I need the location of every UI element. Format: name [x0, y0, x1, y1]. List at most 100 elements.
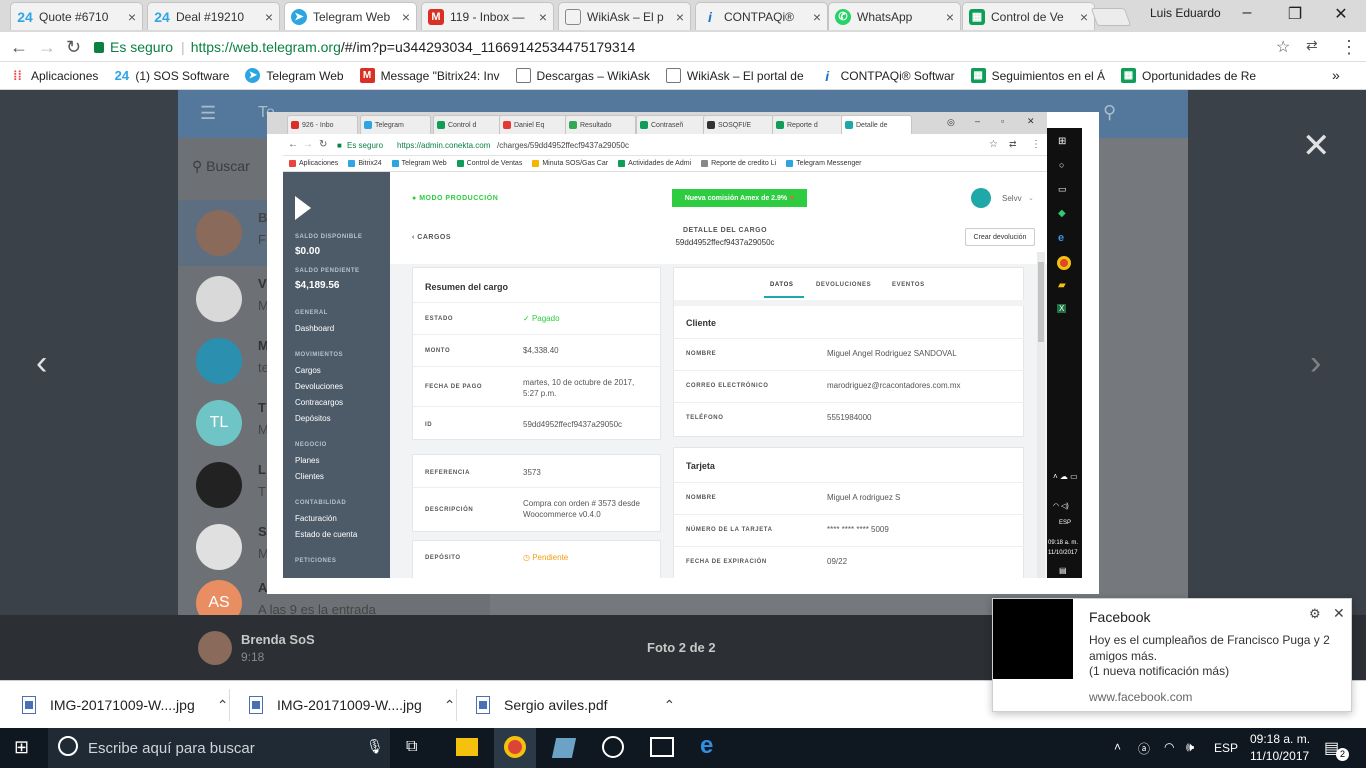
- taskbar-search-box[interactable]: Escribe aquí para buscar 🎙: [48, 728, 390, 768]
- notes-app-icon[interactable]: [551, 738, 577, 758]
- chrome-icon[interactable]: [504, 736, 526, 758]
- clock-date[interactable]: 11/10/2017: [1250, 749, 1309, 763]
- bitrix24-icon: 24: [17, 8, 33, 25]
- close-icon[interactable]: ×: [946, 9, 954, 25]
- download-item[interactable]: IMG-20171009-W....jpg ⌃: [249, 689, 455, 721]
- photo-tab: Resultado: [565, 115, 636, 134]
- bookmark-item[interactable]: ▦ Oportunidades de Re: [1121, 68, 1256, 83]
- bookmark-item[interactable]: 24 (1) SOS Software: [114, 68, 230, 83]
- search-icon[interactable]: ⚲: [1103, 102, 1116, 123]
- forward-arrow-icon[interactable]: →: [38, 37, 56, 58]
- browser-tab[interactable]: ▦ Control de Ve ×: [962, 2, 1095, 30]
- browser-tab[interactable]: 24 Quote #6710 ×: [10, 2, 143, 30]
- download-item[interactable]: IMG-20171009-W....jpg ⌃: [22, 689, 228, 721]
- charge-id: 59dd4952ffecf9437a29050c: [675, 238, 775, 247]
- toast-notification[interactable]: Facebook ⚙ ✕ Hoy es el cumpleaños de Fra…: [992, 598, 1352, 712]
- close-viewer-icon[interactable]: ✕: [1302, 126, 1331, 166]
- bookmark-item[interactable]: WikiAsk – El portal de: [665, 68, 804, 83]
- restore-icon[interactable]: ❐: [1280, 4, 1310, 24]
- hamburger-menu-icon[interactable]: ☰: [200, 103, 216, 124]
- avatar[interactable]: [198, 631, 232, 665]
- bookmark-item[interactable]: ▦ Seguimientos en el Á: [970, 68, 1105, 83]
- omnibox[interactable]: Es seguro | https://web.telegram.org/#/i…: [94, 35, 1304, 59]
- nav-estado-cuenta: Estado de cuenta: [295, 530, 358, 539]
- browser-tab[interactable]: i CONTPAQi® ×: [695, 2, 828, 30]
- tarjeta-expiracion: 09/22: [827, 557, 848, 566]
- profile-name[interactable]: Luis Eduardo: [1150, 6, 1221, 20]
- nav-devoluciones: Devoluciones: [295, 382, 344, 391]
- avatar: [196, 210, 242, 256]
- tray-icons: ˄ ☁ ▭: [1053, 472, 1078, 481]
- avatar: [196, 276, 242, 322]
- scrollbar: [1037, 252, 1045, 578]
- close-icon[interactable]: ×: [265, 9, 273, 25]
- tarjeta-nombre: Miguel A rodriguez S: [827, 493, 901, 502]
- notification-message: Hoy es el cumpleaños de Francisco Puga y…: [1089, 633, 1330, 663]
- bookmark-star-icon[interactable]: ☆: [1276, 37, 1290, 57]
- wifi-icon[interactable]: ◠: [1164, 740, 1174, 754]
- minimize-icon[interactable]: –: [1232, 4, 1262, 22]
- bookmarks-overflow-icon[interactable]: »: [1332, 67, 1340, 83]
- browser-tab[interactable]: M 119 - Inbox — ×: [421, 2, 554, 30]
- bookmark-item[interactable]: i CONTPAQi® Softwar: [820, 68, 954, 84]
- browser-tab[interactable]: WikiAsk – El p ×: [558, 2, 691, 30]
- volume-icon[interactable]: 🕪: [1186, 739, 1194, 755]
- reload-icon[interactable]: ↻: [66, 37, 81, 58]
- gear-icon[interactable]: ⚙: [1309, 606, 1321, 622]
- menu-kebab-icon[interactable]: ⋮: [1340, 37, 1358, 58]
- download-item[interactable]: Sergio aviles.pdf ⌃: [476, 689, 675, 721]
- back-arrow-icon[interactable]: ←: [10, 37, 28, 58]
- new-tab-button[interactable]: [1090, 8, 1132, 26]
- task-view-icon[interactable]: ⧉: [406, 738, 417, 756]
- windows-start-icon[interactable]: ⊞: [14, 737, 29, 758]
- bookmark-item[interactable]: ⁞⁞ Aplicaciones: [10, 68, 98, 83]
- secure-label: Es seguro: [347, 141, 384, 150]
- close-icon[interactable]: ×: [1080, 9, 1088, 25]
- bookmark-item[interactable]: M Message "Bitrix24: Inv: [359, 68, 500, 83]
- browser-tab[interactable]: 24 Deal #19210 ×: [147, 2, 280, 30]
- clock-time[interactable]: 09:18 a. m.: [1250, 732, 1310, 746]
- bookmark-item[interactable]: ➤ Telegram Web: [245, 68, 344, 83]
- close-icon[interactable]: ×: [676, 9, 684, 25]
- deposito-value: ◷ Pendiente: [523, 553, 569, 562]
- telegram-search-input[interactable]: ⚲ Buscar: [192, 158, 250, 175]
- facebook-logo-icon: [993, 599, 1073, 679]
- section-peticiones: PETICIONES: [295, 558, 337, 564]
- file-explorer-icon[interactable]: [456, 738, 478, 756]
- network-app-icon[interactable]: [602, 736, 624, 758]
- gmail-icon: M: [428, 8, 444, 25]
- extension-icon[interactable]: ⇄: [1306, 37, 1318, 54]
- bitrix24-icon: 24: [154, 8, 170, 25]
- sender-name[interactable]: Brenda SoS: [241, 632, 315, 647]
- microphone-icon[interactable]: 🎙: [366, 738, 384, 755]
- language-indicator[interactable]: ESP: [1214, 741, 1238, 755]
- edge-icon[interactable]: e: [700, 732, 713, 760]
- lock-icon: ■: [337, 141, 342, 150]
- ime-icon[interactable]: ⓐ: [1138, 740, 1150, 757]
- chevron-up-icon[interactable]: ⌃: [664, 697, 676, 714]
- close-window-icon[interactable]: ✕: [1326, 4, 1356, 24]
- chevron-up-icon[interactable]: ⌃: [444, 697, 456, 714]
- close-icon[interactable]: ×: [128, 9, 136, 25]
- close-icon[interactable]: ×: [813, 9, 821, 25]
- photo-viewer-image: 926 - Inbo Telegram Control d Daniel Eq …: [267, 112, 1099, 594]
- bookmark-item: Telegram Web: [391, 160, 447, 167]
- close-icon[interactable]: ✕: [1333, 605, 1345, 622]
- close-icon[interactable]: ×: [539, 9, 547, 25]
- notification-source: www.facebook.com: [1089, 690, 1193, 704]
- browser-tab[interactable]: ✆ WhatsApp ×: [828, 2, 961, 30]
- close-icon[interactable]: ×: [402, 9, 410, 25]
- next-photo-icon[interactable]: ›: [1310, 344, 1321, 383]
- browser-tab-active[interactable]: ➤ Telegram Web ×: [284, 2, 417, 30]
- bookmark-item[interactable]: Descargas – WikiAsk: [515, 68, 650, 83]
- previous-photo-icon[interactable]: ‹: [36, 344, 47, 383]
- minimize-icon: –: [975, 116, 981, 126]
- image-file-icon: [22, 696, 36, 714]
- whatsapp-icon: ✆: [835, 8, 851, 25]
- chevron-up-icon[interactable]: ˄: [1114, 740, 1121, 754]
- apps-grid-icon: ⁞⁞: [13, 68, 22, 83]
- avatar: [196, 338, 242, 384]
- chevron-up-icon[interactable]: ⌃: [217, 697, 229, 714]
- photo-browser-tabs: 926 - Inbo Telegram Control d Daniel Eq …: [267, 112, 1047, 134]
- photos-icon[interactable]: [650, 737, 674, 757]
